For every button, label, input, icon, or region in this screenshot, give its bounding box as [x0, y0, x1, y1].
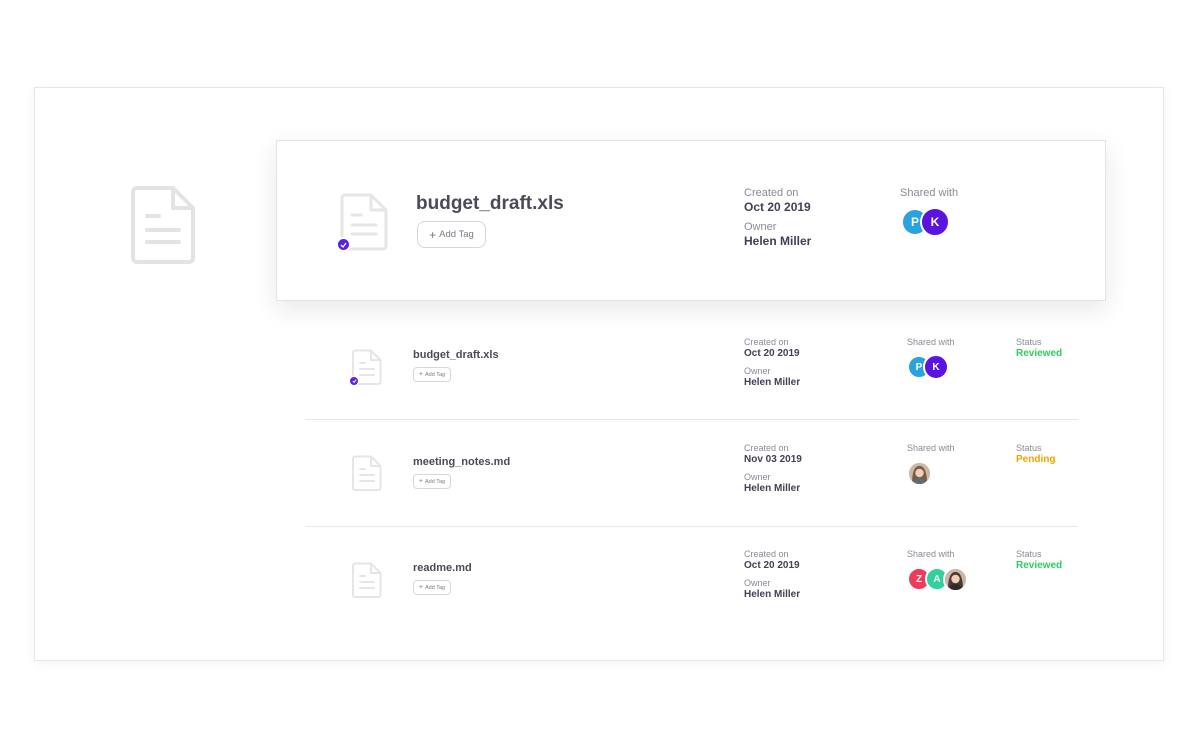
plus-icon: +	[418, 584, 423, 591]
status-label: Status	[1016, 549, 1042, 559]
owner-label: Owner	[744, 221, 777, 233]
person-photo-icon	[909, 463, 930, 484]
document-icon	[352, 562, 382, 598]
file-icon-wrap	[336, 193, 388, 252]
selected-check-icon	[349, 376, 359, 386]
created-value: Oct 20 2019	[744, 200, 811, 214]
status-badge: Reviewed	[1016, 348, 1063, 359]
person-photo-icon	[945, 569, 966, 590]
shared-avatars: P K	[907, 354, 949, 380]
shared-avatars	[907, 461, 932, 486]
plus-icon: +	[429, 227, 437, 242]
shared-label: Shared with	[907, 549, 955, 559]
file-card-featured[interactable]: budget_draft.xls + Add Tag Created on Oc…	[276, 140, 1106, 301]
created-label: Created on	[744, 549, 789, 559]
file-name: meeting_notes.md	[413, 456, 511, 468]
owner-value: Helen Miller	[744, 377, 801, 388]
avatar-photo[interactable]	[907, 461, 932, 486]
row-divider	[305, 526, 1078, 527]
status-label: Status	[1016, 443, 1042, 453]
add-tag-button[interactable]: + Add Tag	[413, 474, 451, 489]
avatar[interactable]: K	[920, 207, 950, 237]
file-name: budget_draft.xls	[416, 193, 564, 214]
created-value: Oct 20 2019	[744, 348, 800, 359]
plus-icon: +	[418, 478, 423, 485]
status-badge: Pending	[1016, 454, 1056, 465]
created-label: Created on	[744, 187, 799, 199]
shared-avatars: Z A	[907, 567, 968, 592]
created-label: Created on	[744, 443, 789, 453]
created-value: Oct 20 2019	[744, 560, 800, 571]
add-tag-button[interactable]: + Add Tag	[413, 580, 451, 595]
owner-label: Owner	[744, 578, 771, 588]
plus-icon: +	[418, 371, 423, 378]
owner-value: Helen Miller	[744, 234, 812, 248]
file-name: readme.md	[413, 562, 472, 574]
created-label: Created on	[744, 337, 789, 347]
status-label: Status	[1016, 337, 1042, 347]
owner-value: Helen Miller	[744, 483, 801, 494]
created-value: Nov 03 2019	[744, 454, 802, 465]
owner-label: Owner	[744, 472, 771, 482]
document-icon	[131, 186, 195, 264]
avatar-photo[interactable]	[943, 567, 968, 592]
status-badge: Reviewed	[1016, 560, 1063, 571]
shared-label: Shared with	[907, 443, 955, 453]
add-tag-label: Add Tag	[425, 584, 446, 591]
add-tag-label: Add Tag	[439, 229, 474, 240]
shared-avatars: P K	[901, 207, 950, 237]
add-tag-label: Add Tag	[425, 478, 446, 485]
owner-label: Owner	[744, 366, 771, 376]
avatar[interactable]: K	[923, 354, 949, 380]
shared-label: Shared with	[907, 337, 955, 347]
add-tag-button[interactable]: + Add Tag	[413, 367, 451, 382]
file-list-panel: budget_draft.xls + Add Tag Created on Oc…	[34, 87, 1164, 661]
add-tag-button[interactable]: + Add Tag	[417, 221, 486, 248]
row-divider	[305, 419, 1078, 420]
file-name: budget_draft.xls	[413, 349, 499, 361]
add-tag-label: Add Tag	[425, 371, 446, 378]
owner-value: Helen Miller	[744, 589, 801, 600]
selected-check-icon	[336, 237, 351, 252]
document-icon	[352, 455, 382, 491]
shared-label: Shared with	[900, 187, 959, 199]
